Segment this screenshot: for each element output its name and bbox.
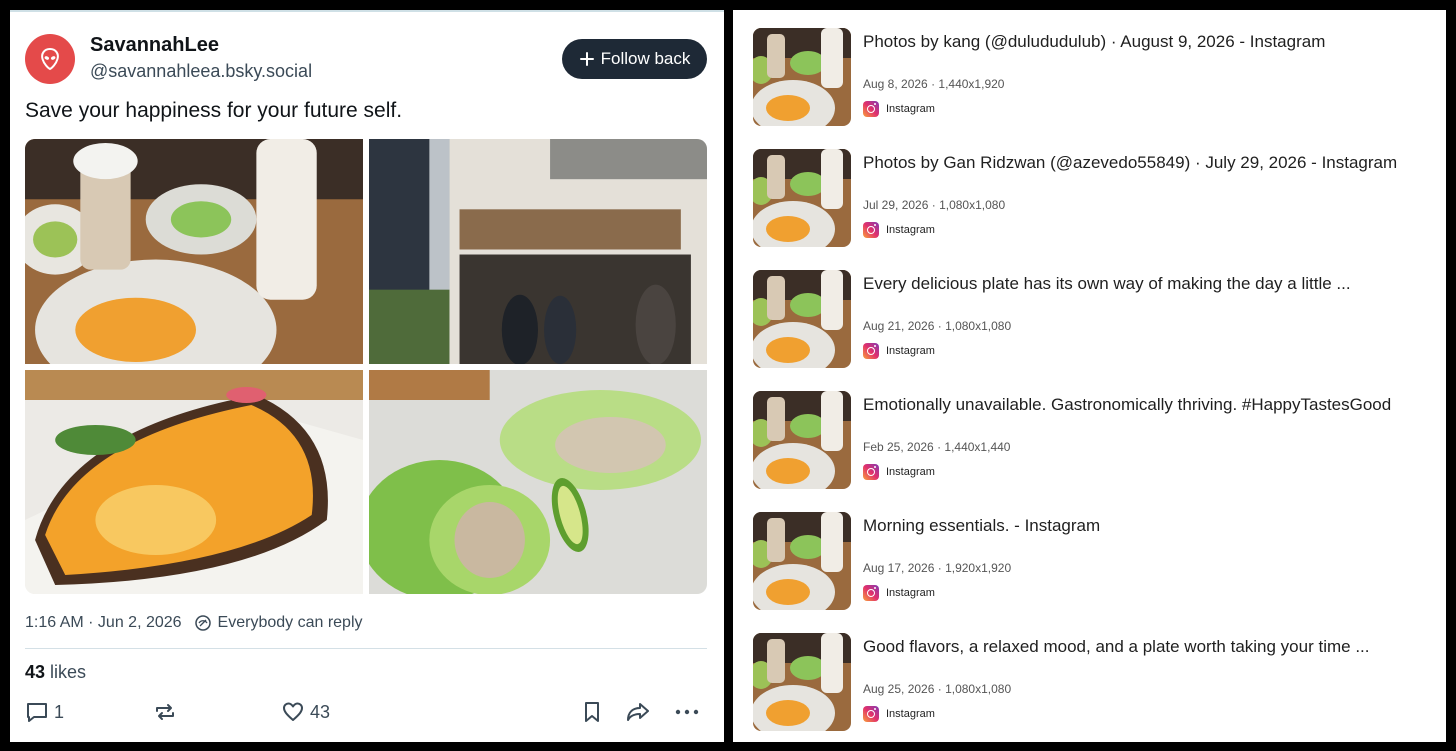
result-source-label: Instagram [886,345,935,357]
result-thumbnail[interactable] [753,270,851,368]
result-source[interactable]: Instagram [863,222,935,238]
result-meta: Jul 29, 2026 · 1,080x1,080 [863,198,1006,212]
result-date: Aug 21, 2026 [863,319,935,333]
repost-icon [156,704,174,720]
likes-label: likes [50,662,87,682]
result-source-label: Instagram [886,103,935,115]
reply-setting: Everybody can reply [217,614,363,631]
more-options-button[interactable] [674,700,700,724]
storefront-photo[interactable] [369,139,707,364]
result-title[interactable]: Emotionally unavailable. Gastronomically… [863,395,1391,415]
search-result[interactable]: Photos by Gan Ridzwan (@azevedo55849) · … [753,149,1433,247]
instagram-icon [863,464,879,480]
instagram-icon [863,706,879,722]
divider [25,648,707,649]
share-button[interactable] [625,700,651,724]
result-meta: Aug 25, 2026 · 1,080x1,080 [863,682,1012,696]
like-button[interactable]: 43 [281,700,330,724]
display-name[interactable]: SavannahLee [90,34,219,57]
instagram-icon [863,222,879,238]
result-source[interactable]: Instagram [863,464,935,480]
likes-count: 43 [25,662,46,682]
bookmark-icon [585,702,599,722]
result-date: Aug 8, 2026 [863,77,928,91]
result-date: Feb 25, 2026 [863,440,934,454]
result-thumbnail[interactable] [753,28,851,126]
result-thumbnail[interactable] [753,633,851,731]
search-result[interactable]: Emotionally unavailable. Gastronomically… [753,391,1433,489]
globe-reply-icon [194,615,211,631]
result-thumbnail[interactable] [753,391,851,489]
result-thumbnail[interactable] [753,149,851,247]
post-timestamp[interactable]: 1:16 AM · Jun 2, 2026 [25,614,182,632]
result-title[interactable]: Good flavors, a relaxed mood, and a plat… [863,637,1370,657]
result-date: Aug 17, 2026 [863,561,935,575]
result-date: Jul 29, 2026 [863,198,929,212]
share-icon [627,703,649,721]
like-count: 43 [310,701,331,722]
alien-icon [41,47,59,71]
result-title[interactable]: Photos by kang (@dulududulub) · August 9… [863,32,1325,52]
bookmark-button[interactable] [580,700,604,724]
result-source-label: Instagram [886,466,935,478]
result-meta: Aug 17, 2026 · 1,920x1,920 [863,561,1012,575]
result-source-label: Instagram [886,587,935,599]
result-size: 1,920x1,920 [945,561,1012,575]
result-source-label: Instagram [886,708,935,720]
search-result[interactable]: Every delicious plate has its own way of… [753,270,1433,368]
comment-icon [27,703,47,722]
result-title[interactable]: Every delicious plate has its own way of… [863,274,1351,294]
result-size: 1,080x1,080 [945,682,1012,696]
avatar[interactable] [25,34,75,84]
result-source[interactable]: Instagram [863,706,935,722]
instagram-icon [863,343,879,359]
result-meta: Feb 25, 2026 · 1,440x1,440 [863,440,1011,454]
result-date: Aug 25, 2026 [863,682,935,696]
cafe-table-photo[interactable] [25,139,363,364]
likes-summary[interactable]: 43 likes [25,662,86,683]
post-text: Save your happiness for your future self… [25,99,403,122]
result-size: 1,440x1,920 [938,77,1005,91]
instagram-icon [863,585,879,601]
follow-back-label: Follow back [600,49,691,68]
result-source[interactable]: Instagram [863,343,935,359]
result-title[interactable]: Morning essentials. - Instagram [863,516,1100,536]
result-source-label: Instagram [886,224,935,236]
instagram-icon [863,101,879,117]
search-result[interactable]: Good flavors, a relaxed mood, and a plat… [753,633,1433,731]
image-search-results-panel: Photos by kang (@dulududulub) · August 9… [733,10,1446,742]
reply-count: 1 [54,701,65,722]
result-size: 1,440x1,440 [944,440,1011,454]
heart-icon [283,702,303,721]
egg-toast-photo[interactable] [25,370,363,594]
search-result[interactable]: Morning essentials. - Instagram Aug 17, 2… [753,512,1433,610]
plus-icon [579,52,594,66]
result-meta: Aug 8, 2026 · 1,440x1,920 [863,77,1005,91]
result-size: 1,080x1,080 [945,319,1012,333]
result-source[interactable]: Instagram [863,101,935,117]
repost-button[interactable] [153,700,177,724]
reply-button[interactable]: 1 [25,700,64,724]
result-source[interactable]: Instagram [863,585,935,601]
result-meta: Aug 21, 2026 · 1,080x1,080 [863,319,1012,333]
image-grid [25,139,707,594]
search-result[interactable]: Photos by kang (@dulududulub) · August 9… [753,28,1433,126]
user-handle[interactable]: @savannahleea.bsky.social [90,61,312,82]
result-size: 1,080x1,080 [939,198,1006,212]
ellipsis-icon [675,709,699,715]
post-meta: 1:16 AM · Jun 2, 2026 Everybody can repl… [25,614,363,632]
follow-back-button[interactable]: Follow back [562,39,707,79]
lettuce-wrap-photo[interactable] [369,370,707,594]
result-title[interactable]: Photos by Gan Ridzwan (@azevedo55849) · … [863,153,1397,173]
bluesky-post-panel: SavannahLee @savannahleea.bsky.social Fo… [10,10,724,742]
result-thumbnail[interactable] [753,512,851,610]
